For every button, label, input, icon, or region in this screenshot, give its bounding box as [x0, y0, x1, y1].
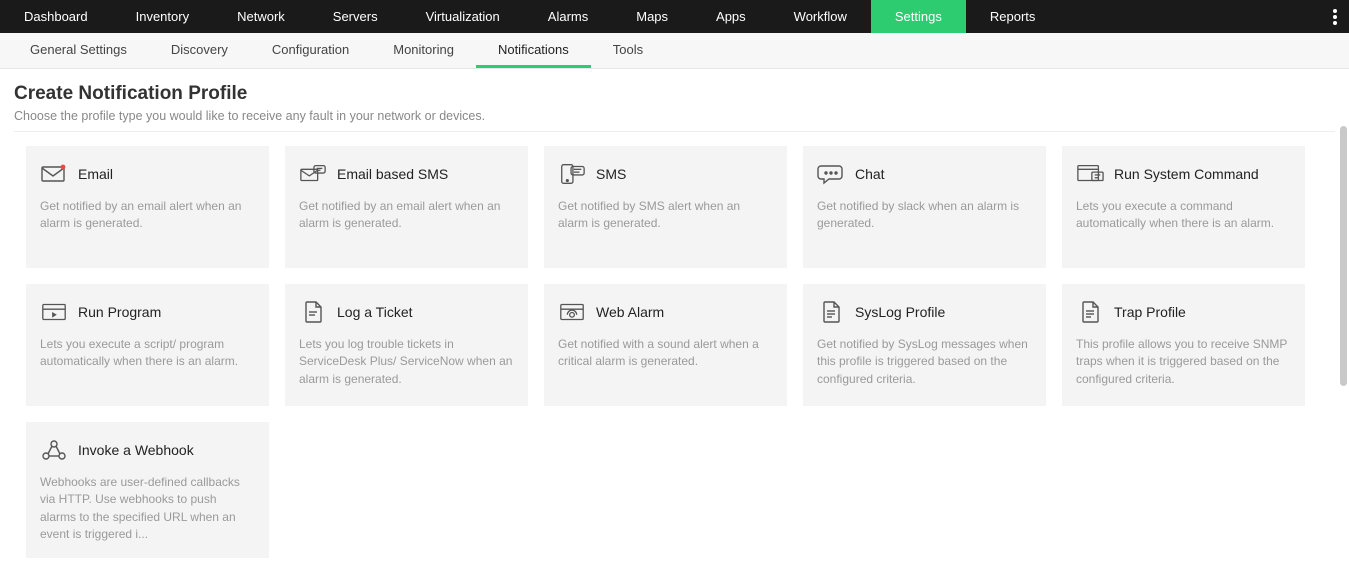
card-email-sms[interactable]: Email based SMS Get notified by an email… [285, 146, 528, 268]
sub-nav: General Settings Discovery Configuration… [0, 33, 1349, 69]
email-sms-icon [299, 162, 327, 186]
web-alarm-icon [558, 300, 586, 324]
nav-maps[interactable]: Maps [612, 0, 692, 33]
nav-reports[interactable]: Reports [966, 0, 1060, 33]
kebab-menu-icon[interactable] [1333, 7, 1337, 27]
webhook-icon [40, 438, 68, 462]
card-syslog-profile[interactable]: SysLog Profile Get notified by SysLog me… [803, 284, 1046, 406]
command-icon [1076, 162, 1104, 186]
divider [14, 131, 1335, 132]
chat-icon [817, 162, 845, 186]
subnav-monitoring[interactable]: Monitoring [371, 33, 476, 68]
card-desc: Get notified with a sound alert when a c… [558, 336, 773, 371]
card-desc: Get notified by an email alert when an a… [40, 198, 255, 233]
card-title: Run System Command [1114, 166, 1259, 182]
nav-dashboard[interactable]: Dashboard [0, 0, 112, 33]
page-subtitle: Choose the profile type you would like t… [14, 109, 1335, 123]
email-icon [40, 162, 68, 186]
card-desc: Lets you execute a command automatically… [1076, 198, 1291, 233]
nav-alarms[interactable]: Alarms [524, 0, 612, 33]
subnav-configuration[interactable]: Configuration [250, 33, 371, 68]
card-desc: Get notified by SysLog messages when thi… [817, 336, 1032, 388]
nav-network[interactable]: Network [213, 0, 309, 33]
card-desc: Get notified by slack when an alarm is g… [817, 198, 1032, 233]
card-web-alarm[interactable]: Web Alarm Get notified with a sound aler… [544, 284, 787, 406]
card-title: Log a Ticket [337, 304, 413, 320]
card-email[interactable]: Email Get notified by an email alert whe… [26, 146, 269, 268]
ticket-icon [299, 300, 327, 324]
card-desc: Get notified by SMS alert when an alarm … [558, 198, 773, 233]
card-trap-profile[interactable]: Trap Profile This profile allows you to … [1062, 284, 1305, 406]
card-title: SysLog Profile [855, 304, 945, 320]
card-desc: Lets you execute a script/ program autom… [40, 336, 255, 371]
subnav-tools[interactable]: Tools [591, 33, 665, 68]
card-title: Trap Profile [1114, 304, 1186, 320]
sms-icon [558, 162, 586, 186]
scrollbar-thumb[interactable] [1340, 126, 1347, 386]
program-icon [40, 300, 68, 324]
card-run-program[interactable]: Run Program Lets you execute a script/ p… [26, 284, 269, 406]
card-title: Chat [855, 166, 885, 182]
nav-servers[interactable]: Servers [309, 0, 402, 33]
card-sms[interactable]: SMS Get notified by SMS alert when an al… [544, 146, 787, 268]
subnav-discovery[interactable]: Discovery [149, 33, 250, 68]
card-grid: Email Get notified by an email alert whe… [14, 146, 1335, 558]
top-nav: Dashboard Inventory Network Servers Virt… [0, 0, 1349, 33]
nav-settings[interactable]: Settings [871, 0, 966, 33]
card-invoke-webhook[interactable]: Invoke a Webhook Webhooks are user-defin… [26, 422, 269, 558]
card-title: Email [78, 166, 113, 182]
nav-workflow[interactable]: Workflow [770, 0, 871, 33]
nav-inventory[interactable]: Inventory [112, 0, 213, 33]
trap-icon [1076, 300, 1104, 324]
nav-apps[interactable]: Apps [692, 0, 770, 33]
syslog-icon [817, 300, 845, 324]
card-run-system-command[interactable]: Run System Command Lets you execute a co… [1062, 146, 1305, 268]
card-desc: Get notified by an email alert when an a… [299, 198, 514, 233]
card-title: SMS [596, 166, 626, 182]
card-log-ticket[interactable]: Log a Ticket Lets you log trouble ticket… [285, 284, 528, 406]
card-title: Web Alarm [596, 304, 664, 320]
card-desc: This profile allows you to receive SNMP … [1076, 336, 1291, 388]
card-desc: Webhooks are user-defined callbacks via … [40, 474, 255, 544]
subnav-notifications[interactable]: Notifications [476, 33, 591, 68]
scrollbar[interactable] [1340, 126, 1347, 526]
card-chat[interactable]: Chat Get notified by slack when an alarm… [803, 146, 1046, 268]
page-title: Create Notification Profile [14, 83, 1335, 105]
card-title: Run Program [78, 304, 161, 320]
content-area: Create Notification Profile Choose the p… [0, 69, 1349, 578]
nav-virtualization[interactable]: Virtualization [402, 0, 524, 33]
card-title: Invoke a Webhook [78, 442, 194, 458]
subnav-general-settings[interactable]: General Settings [8, 33, 149, 68]
card-title: Email based SMS [337, 166, 448, 182]
card-desc: Lets you log trouble tickets in ServiceD… [299, 336, 514, 388]
